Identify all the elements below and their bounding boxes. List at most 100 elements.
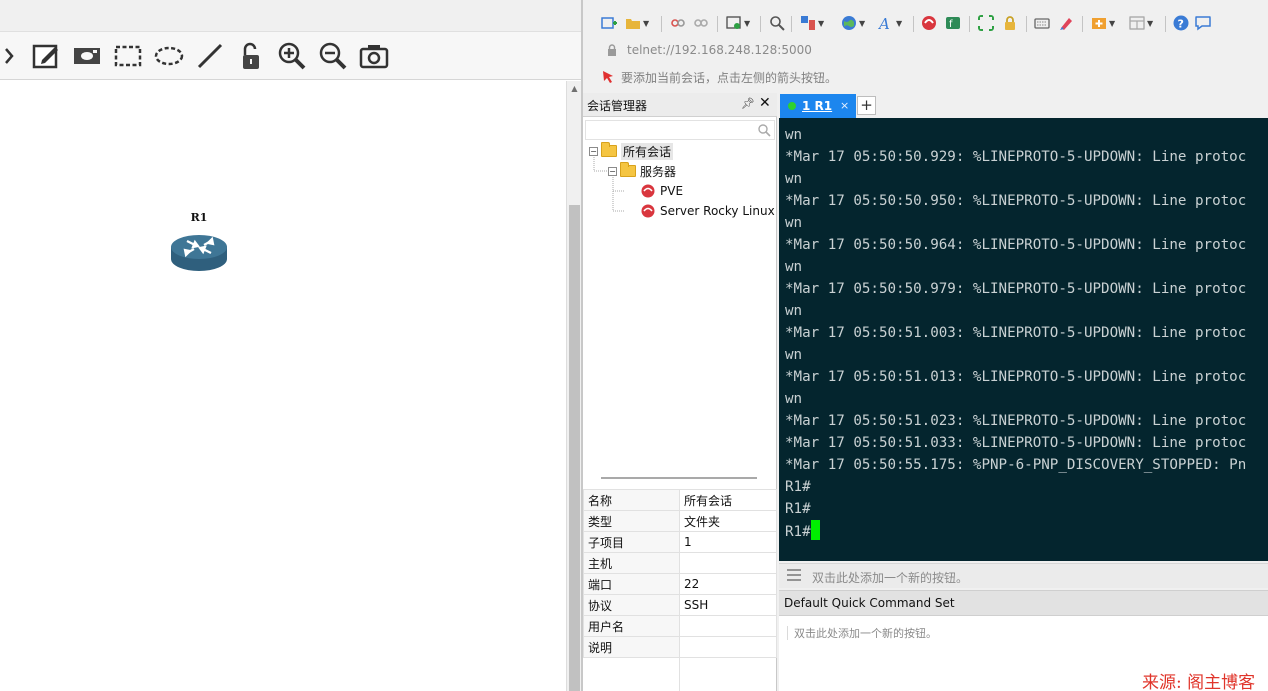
property-row: 协议 SSH xyxy=(583,594,777,616)
lock-icon[interactable] xyxy=(234,40,268,72)
property-value: 文件夹 xyxy=(679,510,777,532)
quick-button-bar[interactable]: 双击此处添加一个新的按钮。 xyxy=(779,563,1268,588)
picture-icon[interactable] xyxy=(70,40,104,72)
session-tab-bar: 1 R1 × + xyxy=(780,93,1268,118)
session-label: Server Rocky Linux xyxy=(660,204,775,218)
add-box-icon xyxy=(1092,18,1106,29)
divider xyxy=(787,626,788,640)
watermark-text: 来源: 阁主博客 xyxy=(1142,673,1256,691)
add-session-arrow-icon[interactable] xyxy=(601,70,615,84)
font-icon: A xyxy=(878,15,890,31)
canvas-vertical-scrollbar[interactable]: ▲ xyxy=(566,81,581,691)
property-value: 1 xyxy=(679,531,777,553)
table-divider xyxy=(679,657,680,691)
terminal-line: *Mar 17 05:50:51.013: %LINEPROTO-5-UPDOW… xyxy=(785,369,1247,385)
terminal-cursor xyxy=(810,520,820,540)
unlink-icon xyxy=(694,19,708,27)
fullscreen-button[interactable] xyxy=(978,13,994,33)
new-session-button[interactable] xyxy=(601,13,617,33)
close-icon[interactable]: ✕ xyxy=(759,95,771,111)
xshell-button[interactable] xyxy=(921,13,937,33)
property-key: 主机 xyxy=(583,552,680,574)
menu-bar-cropped xyxy=(583,0,1268,6)
note-icon[interactable] xyxy=(29,40,63,72)
terminal-line: wn xyxy=(785,171,803,187)
tab-close-icon[interactable]: × xyxy=(840,99,849,112)
screenshot-icon[interactable] xyxy=(357,40,391,72)
partial-toolbar-icon[interactable] xyxy=(0,40,18,72)
property-value: SSH xyxy=(679,594,777,616)
property-row: 名称 所有会话 xyxy=(583,489,777,511)
find-button[interactable] xyxy=(769,13,785,33)
topology-canvas[interactable]: R1 xyxy=(0,81,566,691)
xftp-button[interactable]: f xyxy=(945,13,961,33)
quick-command-title: Default Quick Command Set xyxy=(784,596,955,610)
new-tab-button[interactable]: + xyxy=(857,96,876,115)
address-bar[interactable]: telnet://192.168.248.128:5000 xyxy=(595,40,1265,62)
zoom-out-icon[interactable] xyxy=(316,40,350,72)
property-row: 子项目 1 xyxy=(583,531,777,553)
terminal-line: R1# xyxy=(785,501,811,517)
disconnect-button[interactable] xyxy=(693,13,709,33)
property-row: 用户名 xyxy=(583,615,777,637)
left-title-bar xyxy=(0,0,581,32)
address-text[interactable]: telnet://192.168.248.128:5000 xyxy=(627,43,812,57)
property-key: 端口 xyxy=(583,573,680,595)
property-row: 说明 xyxy=(583,636,777,658)
drawing-toolbar xyxy=(0,32,581,80)
padlock-icon xyxy=(1005,16,1015,30)
terminal-line: R1# xyxy=(785,479,811,495)
rectangle-icon[interactable] xyxy=(111,40,145,72)
tile-button[interactable]: ▼ xyxy=(1129,13,1153,33)
session-icon xyxy=(641,204,655,218)
help-button[interactable]: ? xyxy=(1173,13,1189,33)
topology-editor: R1 ▲ xyxy=(0,0,581,691)
quick-command-header[interactable]: Default Quick Command Set xyxy=(779,590,1268,616)
property-row: 主机 xyxy=(583,552,777,574)
globe-button[interactable]: ▼ xyxy=(841,13,865,33)
tree-session-pve[interactable]: PVE xyxy=(641,182,683,200)
tree-session-rocky[interactable]: Server Rocky Linux xyxy=(641,202,775,220)
session-icon xyxy=(641,184,655,198)
search-icon[interactable] xyxy=(757,123,771,137)
menu-icon[interactable] xyxy=(787,569,801,581)
terminal-line: wn xyxy=(785,127,803,143)
tree-root-label: 所有会话 xyxy=(621,142,674,160)
terminal-screen[interactable]: wn *Mar 17 05:50:50.929: %LINEPROTO-5-UP… xyxy=(779,118,1268,561)
ellipse-icon[interactable] xyxy=(152,40,186,72)
highlight-button[interactable] xyxy=(1058,13,1074,33)
tree-folder-servers[interactable]: − 服务器 xyxy=(608,162,676,180)
lock-session-button[interactable] xyxy=(1002,13,1018,33)
tree-folder-label: 服务器 xyxy=(640,164,677,179)
tab-r1[interactable]: 1 R1 × xyxy=(780,94,856,118)
keyboard-button[interactable] xyxy=(1034,13,1050,33)
session-manager-title: 会话管理器 xyxy=(587,99,648,113)
terminal-prompt-line: R1# xyxy=(785,520,820,542)
open-folder-button[interactable]: ▼ xyxy=(625,13,649,33)
terminal-line: wn xyxy=(785,259,803,275)
zoom-in-icon[interactable] xyxy=(275,40,309,72)
session-search-input[interactable] xyxy=(585,120,775,140)
settings-button[interactable]: ▼ xyxy=(726,13,750,33)
collapse-icon[interactable]: − xyxy=(589,146,598,156)
layout-button[interactable]: ▼ xyxy=(800,13,824,33)
fullscreen-icon xyxy=(978,15,994,31)
screen: R1 ▲ ▼ ▼ ▼ ▼ A ▼ f ▼ ▼ ? telnet://192.16… xyxy=(0,0,1268,691)
font-button[interactable]: A ▼ xyxy=(878,13,902,33)
pin-icon[interactable]: 📌︎ xyxy=(741,97,755,110)
scrollbar-thumb[interactable] xyxy=(569,205,580,691)
router-node-r1[interactable]: R1 xyxy=(166,211,232,277)
folder-icon xyxy=(626,19,640,29)
line-icon[interactable] xyxy=(193,40,227,72)
property-key: 协议 xyxy=(583,594,680,616)
panel-splitter[interactable] xyxy=(601,477,757,479)
terminal-line: wn xyxy=(785,391,803,407)
chat-button[interactable] xyxy=(1195,13,1211,33)
connect-button[interactable] xyxy=(670,13,686,33)
help-icon: ? xyxy=(1173,15,1189,31)
scroll-up-arrow-icon[interactable]: ▲ xyxy=(569,83,580,95)
collapse-icon[interactable]: − xyxy=(608,166,617,176)
add-button-button[interactable]: ▼ xyxy=(1091,13,1115,33)
xftp-icon: f xyxy=(946,17,960,30)
tree-root-all-sessions[interactable]: − 所有会话 xyxy=(589,142,674,160)
